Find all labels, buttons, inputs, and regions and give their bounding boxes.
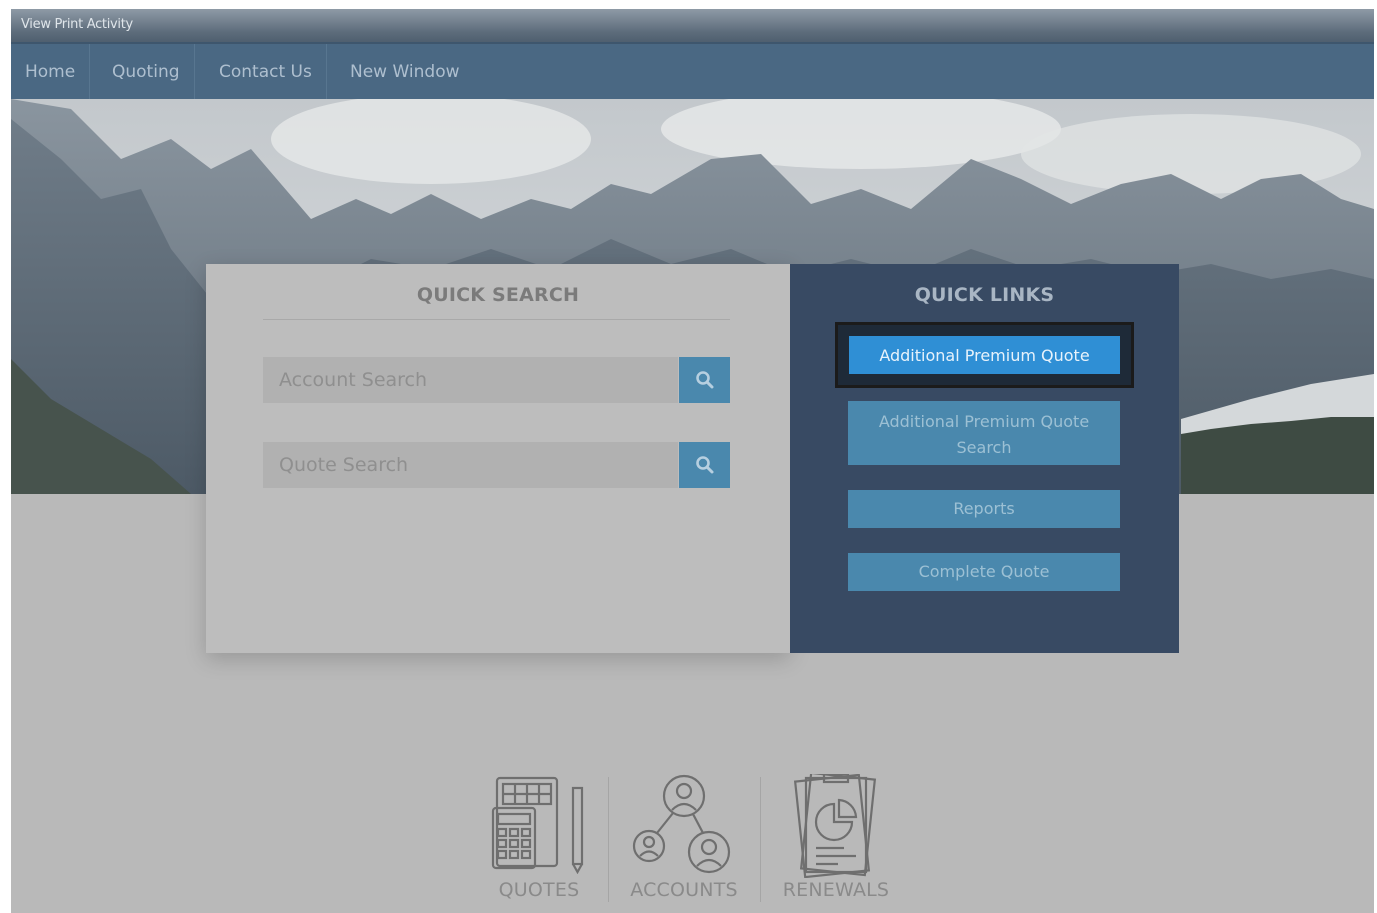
top-bar: View Print Activity [11,9,1374,42]
nav-contact-us[interactable]: Contact Us [205,44,327,101]
calculator-icon [491,776,584,874]
nav-new-window[interactable]: New Window [336,44,474,101]
quotes-tile[interactable]: QUOTES [469,774,609,909]
search-icon [695,456,713,474]
nav-home[interactable]: Home [11,44,91,101]
complete-quote-button[interactable]: Complete Quote [848,553,1120,591]
quote-search-input[interactable] [263,442,678,488]
accounts-tile[interactable]: ACCOUNTS [614,774,754,909]
main-nav: Home Quoting Contact Us New Window [11,42,1374,101]
renewals-label: RENEWALS [782,879,890,901]
quick-search-title: QUICK SEARCH [416,284,580,306]
renewals-tile[interactable]: RENEWALS [766,774,906,909]
quick-search-panel: QUICK SEARCH [206,264,790,653]
quick-links-title: QUICK LINKS [914,284,1055,306]
quick-links-panel: QUICK LINKS Additional Premium Quote Add… [790,264,1179,653]
view-print-activity-link[interactable]: View Print Activity [21,17,133,32]
button-label-line1: Additional Premium Quote [878,412,1090,431]
tile-divider [760,777,761,902]
account-search-group [263,357,730,403]
tile-divider [608,777,609,902]
people-network-icon [632,774,731,874]
reports-button[interactable]: Reports [848,490,1120,528]
nav-quoting[interactable]: Quoting [98,44,195,101]
account-search-input[interactable] [263,357,678,403]
button-label-line2: Search [956,438,1012,457]
additional-premium-quote-search-button[interactable]: Additional Premium Quote Search [848,401,1120,465]
quote-search-button[interactable] [679,442,730,488]
app-frame: View Print Activity Home Quoting Contact… [11,9,1374,913]
quote-search-group [263,442,730,488]
accounts-label: ACCOUNTS [630,879,738,901]
account-search-button[interactable] [679,357,730,403]
divider [263,319,730,320]
additional-premium-quote-button[interactable]: Additional Premium Quote [849,336,1120,374]
search-icon [695,371,713,389]
documents-chart-icon [793,774,877,878]
quotes-label: QUOTES [498,879,580,901]
